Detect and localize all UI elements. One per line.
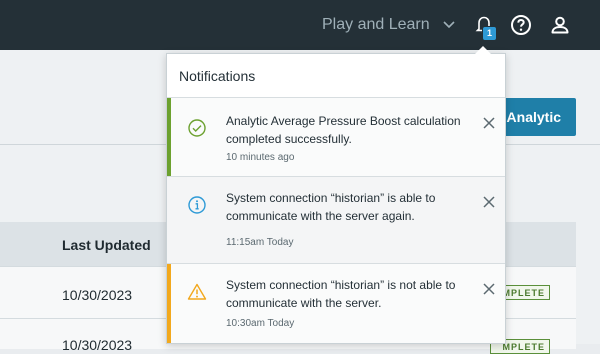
notifications-title: Notifications bbox=[179, 68, 256, 84]
notifications-panel: Notifications Analytic Average Pressure … bbox=[166, 53, 506, 344]
notification-item-warning[interactable]: System connection “historian” is not abl… bbox=[167, 263, 505, 343]
help-icon[interactable] bbox=[509, 13, 533, 37]
close-icon[interactable] bbox=[482, 282, 496, 296]
notification-item-info[interactable]: System connection “historian” is able to… bbox=[167, 176, 505, 263]
chevron-down-icon bbox=[442, 20, 456, 30]
close-icon[interactable] bbox=[482, 195, 496, 209]
last-updated-cell: 10/30/2023 bbox=[62, 337, 133, 353]
notification-time: 10:30am Today bbox=[226, 318, 295, 329]
new-analytic-button-label: Analytic bbox=[506, 109, 561, 125]
top-bar: Play and Learn 1 bbox=[0, 0, 600, 50]
notification-message: Analytic Average Pressure Boost calculat… bbox=[226, 114, 461, 146]
workspace-menu-label: Play and Learn bbox=[322, 16, 430, 33]
workspace-menu-button[interactable]: Play and Learn bbox=[322, 14, 456, 36]
notification-message: System connection “historian” is able to… bbox=[226, 191, 436, 223]
notification-count-badge: 1 bbox=[482, 26, 497, 41]
close-icon[interactable] bbox=[482, 116, 496, 130]
notification-time: 11:15am Today bbox=[226, 237, 294, 248]
last-updated-cell: 10/30/2023 bbox=[62, 287, 133, 303]
notification-time: 10 minutes ago bbox=[226, 152, 295, 163]
warning-triangle-icon bbox=[187, 282, 207, 302]
warning-accent-bar bbox=[167, 264, 171, 343]
info-circle-icon bbox=[187, 195, 207, 215]
panel-caret bbox=[475, 46, 491, 54]
success-accent-bar bbox=[167, 98, 171, 176]
check-circle-icon bbox=[187, 118, 207, 138]
notification-message: System connection “historian” is not abl… bbox=[226, 278, 456, 310]
column-header-last-updated[interactable]: Last Updated bbox=[62, 237, 151, 253]
notification-item-success[interactable]: Analytic Average Pressure Boost calculat… bbox=[167, 97, 505, 176]
user-icon[interactable] bbox=[548, 13, 572, 37]
